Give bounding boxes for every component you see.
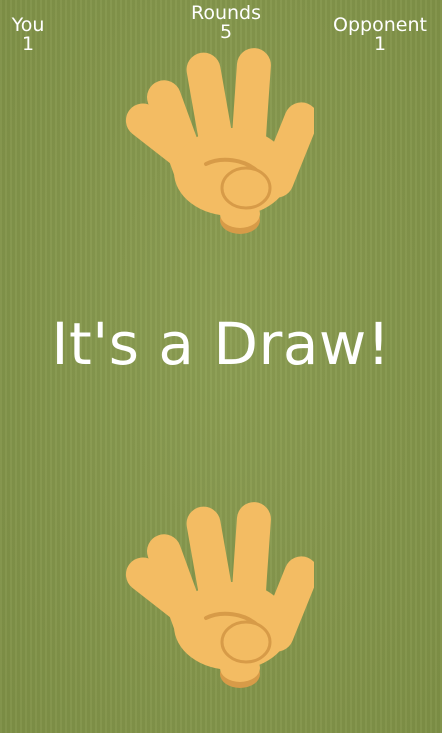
opponent-score: Opponent 1 <box>326 16 434 54</box>
opponent-score-value: 1 <box>373 33 387 55</box>
player-score-value: 1 <box>21 33 35 55</box>
opponent-hand-paper-icon <box>125 48 314 234</box>
rounds-value: 5 <box>219 21 233 43</box>
round-result-text: It's a Draw! <box>51 310 391 378</box>
player-hand-paper-icon <box>125 502 314 688</box>
player-score: You 1 <box>7 16 49 54</box>
rounds-counter: Rounds 5 <box>180 4 272 42</box>
